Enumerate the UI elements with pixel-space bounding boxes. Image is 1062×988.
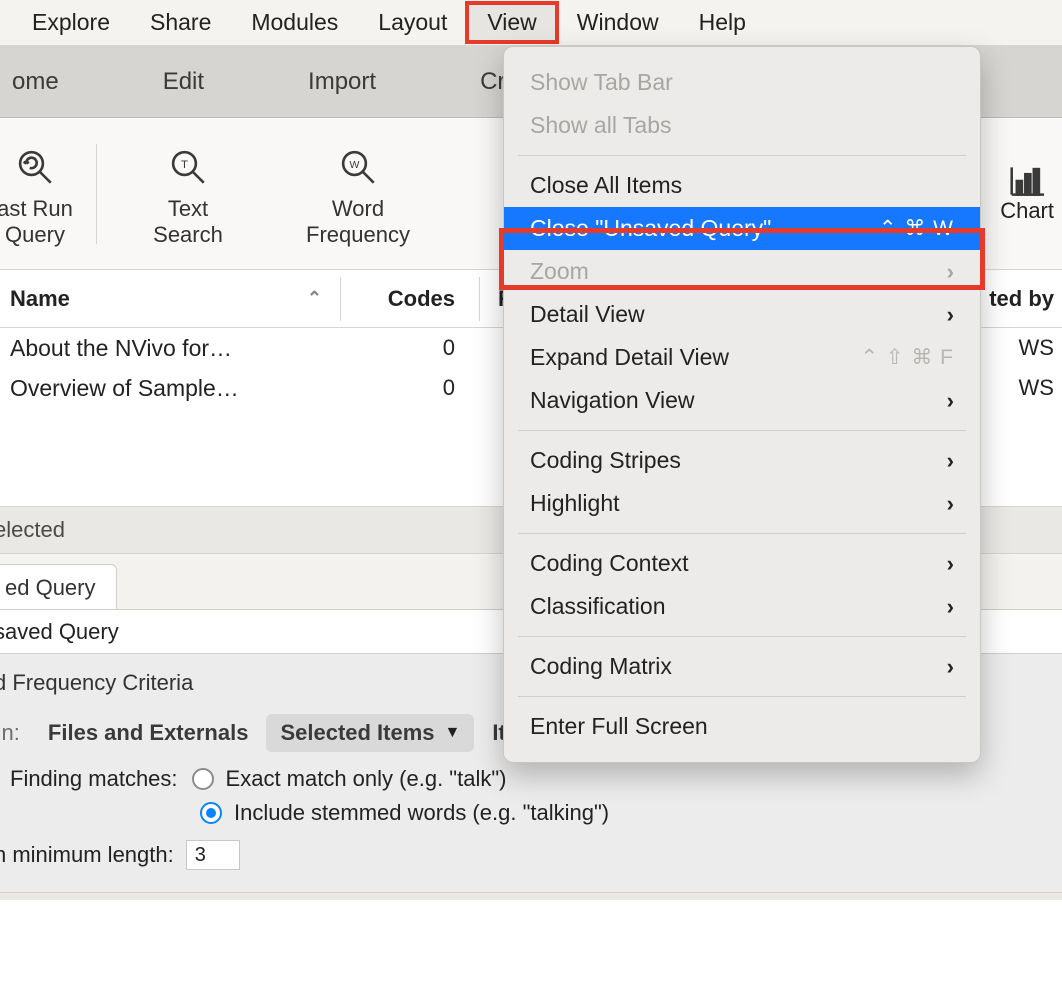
min-length-label: n minimum length: xyxy=(0,842,174,868)
last-run-query-label-1: ast Run xyxy=(0,196,73,221)
word-frequency-button[interactable]: W WordFrequency xyxy=(273,140,443,247)
word-frequency-icon: W xyxy=(273,146,443,188)
radio-stemmed-words-label: Include stemmed words (e.g. "talking") xyxy=(234,800,609,826)
text-search-label-1: Text xyxy=(168,196,208,221)
menu-window[interactable]: Window xyxy=(557,3,679,42)
row-created-by: WS xyxy=(1011,375,1062,401)
min-length-input[interactable]: 3 xyxy=(186,840,240,870)
chart-icon xyxy=(1000,164,1054,198)
chevron-right-icon: › xyxy=(947,551,954,577)
row-name: About the NVivo for… xyxy=(10,335,232,362)
chart-button[interactable]: Chart xyxy=(1000,164,1054,224)
last-run-query-button[interactable]: ast RunQuery xyxy=(0,140,90,247)
radio-exact-match-label: Exact match only (e.g. "talk") xyxy=(226,766,507,792)
last-run-query-label-2: Query xyxy=(5,222,65,247)
text-search-icon: T xyxy=(103,146,273,188)
svg-text:W: W xyxy=(350,159,360,171)
column-divider xyxy=(479,277,480,321)
menuitem-expand-detail-view[interactable]: Expand Detail View ⌃ ⇧ ⌘ F xyxy=(504,336,980,379)
selection-status-text: elected xyxy=(0,517,65,543)
caret-down-icon: ▼ xyxy=(445,724,461,742)
row-codes: 0 xyxy=(359,335,479,361)
menuitem-close-all-items[interactable]: Close All Items xyxy=(504,164,980,207)
word-frequency-label-2: Frequency xyxy=(306,222,410,247)
radio-exact-match[interactable] xyxy=(192,768,214,790)
chevron-right-icon: › xyxy=(947,259,954,285)
footer-gap xyxy=(0,892,1062,900)
menu-modules[interactable]: Modules xyxy=(231,3,358,42)
menu-separator xyxy=(518,696,966,697)
search-in-label: rch in: xyxy=(0,720,20,746)
column-codes[interactable]: Codes xyxy=(359,286,479,312)
svg-text:T: T xyxy=(181,159,188,171)
column-created-by[interactable]: ted by xyxy=(981,286,1062,312)
menuitem-enter-full-screen[interactable]: Enter Full Screen xyxy=(504,705,980,748)
menu-help[interactable]: Help xyxy=(679,3,766,42)
row-codes: 0 xyxy=(359,375,479,401)
menuitem-show-tab-bar: Show Tab Bar xyxy=(504,61,980,104)
chart-label: Chart xyxy=(1000,198,1054,224)
finding-matches-label: Finding matches: xyxy=(0,766,178,792)
column-divider xyxy=(340,277,341,321)
shortcut-text: ⌃ ⇧ ⌘ F xyxy=(860,345,954,370)
query-reload-icon xyxy=(0,146,90,188)
row-name: Overview of Sample… xyxy=(10,375,239,402)
menuitem-highlight[interactable]: Highlight › xyxy=(504,482,980,525)
chevron-right-icon: › xyxy=(947,491,954,517)
chevron-right-icon: › xyxy=(947,594,954,620)
chevron-right-icon: › xyxy=(947,388,954,414)
menuitem-coding-stripes[interactable]: Coding Stripes › xyxy=(504,439,980,482)
menu-view[interactable]: View xyxy=(467,3,556,42)
menu-separator xyxy=(518,155,966,156)
menuitem-detail-view[interactable]: Detail View › xyxy=(504,293,980,336)
ribbon-tab-import[interactable]: Import xyxy=(256,68,428,96)
menu-explore[interactable]: Explore xyxy=(12,3,130,42)
chevron-right-icon: › xyxy=(947,654,954,680)
selected-items-label: Selected Items xyxy=(280,720,434,746)
section-title-text: saved Query xyxy=(0,619,119,645)
menu-layout[interactable]: Layout xyxy=(358,3,467,42)
menuitem-close-unsaved-query[interactable]: Close "Unsaved Query" ⌃ ⌘ W xyxy=(504,207,980,250)
row-created-by: WS xyxy=(1011,335,1062,361)
shortcut-text: ⌃ ⌘ W xyxy=(879,216,954,241)
menu-separator xyxy=(518,430,966,431)
files-and-externals[interactable]: Files and Externals xyxy=(48,720,249,746)
view-menu-dropdown: Show Tab Bar Show all Tabs Close All Ite… xyxy=(503,46,981,763)
min-length-row: n minimum length: 3 xyxy=(0,830,1062,874)
ribbon-divider xyxy=(96,144,97,244)
finding-matches-row-2: Include stemmed words (e.g. "talking") xyxy=(0,796,1062,830)
sort-indicator-icon[interactable]: ⌃ xyxy=(307,288,322,309)
menuitem-zoom: Zoom › xyxy=(504,250,980,293)
tab-unsaved-query[interactable]: ed Query xyxy=(0,564,117,609)
menu-separator xyxy=(518,636,966,637)
ribbon-tab-home[interactable]: ome xyxy=(0,68,111,96)
menuitem-navigation-view[interactable]: Navigation View › xyxy=(504,379,980,422)
menu-share[interactable]: Share xyxy=(130,3,231,42)
word-frequency-label-1: Word xyxy=(332,196,384,221)
text-search-button[interactable]: T TextSearch xyxy=(103,140,273,247)
selected-items-dropdown[interactable]: Selected Items ▼ xyxy=(266,714,474,752)
menu-separator xyxy=(518,533,966,534)
menuitem-coding-matrix[interactable]: Coding Matrix › xyxy=(504,645,980,688)
text-search-label-2: Search xyxy=(153,222,223,247)
chevron-right-icon: › xyxy=(947,448,954,474)
menuitem-coding-context[interactable]: Coding Context › xyxy=(504,542,980,585)
finding-matches-row: Finding matches: Exact match only (e.g. … xyxy=(0,762,1062,796)
ribbon-tab-edit[interactable]: Edit xyxy=(111,68,256,96)
radio-stemmed-words[interactable] xyxy=(200,802,222,824)
menubar: Explore Share Modules Layout View Window… xyxy=(0,0,1062,46)
menuitem-show-all-tabs: Show all Tabs xyxy=(504,104,980,147)
chevron-right-icon: › xyxy=(947,302,954,328)
menuitem-classification[interactable]: Classification › xyxy=(504,585,980,628)
column-name[interactable]: Name xyxy=(10,286,70,312)
